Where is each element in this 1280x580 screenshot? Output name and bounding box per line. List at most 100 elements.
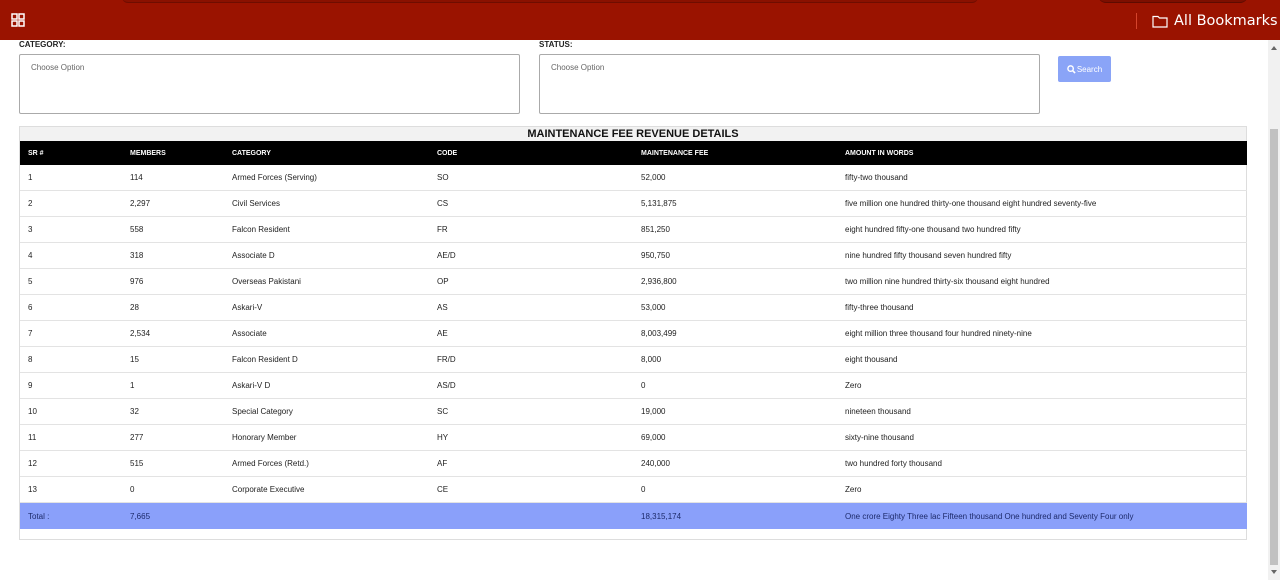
cell-maintenance-fee: 0 bbox=[633, 476, 837, 503]
all-bookmarks-button[interactable]: All Bookmarks bbox=[1152, 11, 1278, 31]
cell-members: 318 bbox=[122, 242, 224, 269]
cell-sr: 12 bbox=[20, 450, 122, 477]
table-row: 6 28 Askari-V AS 53,000 fifty-three thousand bbox=[20, 294, 1247, 321]
cell-code: CS bbox=[429, 190, 633, 217]
scroll-up-arrow-icon[interactable] bbox=[1271, 46, 1277, 50]
cell-code: SO bbox=[429, 165, 633, 191]
cell-amount-in-words: sixty-nine thousand bbox=[837, 424, 1247, 451]
scrollbar-thumb[interactable] bbox=[1270, 129, 1278, 565]
search-bar-edge[interactable] bbox=[122, 0, 978, 3]
table-row: 5 976 Overseas Pakistani OP 2,936,800 two mil… bbox=[20, 268, 1247, 295]
total-row: Total : 7,665 18,315,174 One crore Eight… bbox=[20, 502, 1247, 529]
page-scrollbar[interactable] bbox=[1268, 40, 1280, 580]
cell-members: 558 bbox=[122, 216, 224, 243]
cell-code: HY bbox=[429, 424, 633, 451]
cell-amount-in-words: fifty-two thousand bbox=[837, 165, 1247, 191]
total-empty-cell bbox=[224, 502, 429, 529]
cell-category: Armed Forces (Retd.) bbox=[224, 450, 429, 477]
cell-maintenance-fee: 240,000 bbox=[633, 450, 837, 477]
cell-amount-in-words: fifty-three thousand bbox=[837, 294, 1247, 321]
cell-maintenance-fee: 52,000 bbox=[633, 165, 837, 191]
cell-amount-in-words: Zero bbox=[837, 372, 1247, 399]
cell-sr: 13 bbox=[20, 476, 122, 503]
cell-code: AF bbox=[429, 450, 633, 477]
cell-category: Associate D bbox=[224, 242, 429, 269]
cell-amount-in-words: two million nine hundred thirty-six thou… bbox=[837, 268, 1247, 295]
total-members: 7,665 bbox=[122, 502, 224, 529]
category-select[interactable]: Choose Option bbox=[19, 54, 520, 114]
cell-code: AE/D bbox=[429, 242, 633, 269]
cell-code: FR/D bbox=[429, 346, 633, 373]
revenue-table: SR # MEMBERS CATEGORY CODE MAINTENANCE F… bbox=[20, 141, 1247, 529]
cell-members: 2,297 bbox=[122, 190, 224, 217]
cell-maintenance-fee: 19,000 bbox=[633, 398, 837, 425]
cell-code: OP bbox=[429, 268, 633, 295]
cell-maintenance-fee: 8,000 bbox=[633, 346, 837, 373]
status-select[interactable]: Choose Option bbox=[539, 54, 1040, 114]
cell-category: Askari-V D bbox=[224, 372, 429, 399]
search-button[interactable]: Search bbox=[1058, 56, 1111, 82]
col-header-sr[interactable]: SR # bbox=[20, 141, 122, 165]
cell-members: 15 bbox=[122, 346, 224, 373]
cell-code: FR bbox=[429, 216, 633, 243]
cell-code: SC bbox=[429, 398, 633, 425]
cell-sr: 3 bbox=[20, 216, 122, 243]
cell-sr: 10 bbox=[20, 398, 122, 425]
search-icon bbox=[1066, 64, 1076, 74]
col-header-maintenance-fee[interactable]: MAINTENANCE FEE bbox=[633, 141, 837, 165]
cell-members: 114 bbox=[122, 165, 224, 191]
cell-sr: 6 bbox=[20, 294, 122, 321]
col-header-members[interactable]: MEMBERS bbox=[122, 141, 224, 165]
table-header-row: SR # MEMBERS CATEGORY CODE MAINTENANCE F… bbox=[20, 141, 1247, 165]
cell-amount-in-words: five million one hundred thirty-one thou… bbox=[837, 190, 1247, 217]
cell-maintenance-fee: 950,750 bbox=[633, 242, 837, 269]
cell-maintenance-fee: 8,003,499 bbox=[633, 320, 837, 347]
status-placeholder: Choose Option bbox=[551, 63, 605, 72]
cell-maintenance-fee: 2,936,800 bbox=[633, 268, 837, 295]
cell-amount-in-words: nineteen thousand bbox=[837, 398, 1247, 425]
cell-category: Falcon Resident D bbox=[224, 346, 429, 373]
top-bar: All Bookmarks bbox=[0, 0, 1280, 40]
cell-category: Honorary Member bbox=[224, 424, 429, 451]
scroll-down-arrow-icon[interactable] bbox=[1271, 570, 1277, 574]
cell-code: AE bbox=[429, 320, 633, 347]
col-header-amount-in-words[interactable]: AMOUNT IN WORDS bbox=[837, 141, 1247, 165]
cell-amount-in-words: Zero bbox=[837, 476, 1247, 503]
cell-category: Civil Services bbox=[224, 190, 429, 217]
cell-members: 2,534 bbox=[122, 320, 224, 347]
col-header-category[interactable]: CATEGORY bbox=[224, 141, 429, 165]
cell-code: AS/D bbox=[429, 372, 633, 399]
cell-maintenance-fee: 53,000 bbox=[633, 294, 837, 321]
cell-maintenance-fee: 69,000 bbox=[633, 424, 837, 451]
cell-maintenance-fee: 5,131,875 bbox=[633, 190, 837, 217]
cell-sr: 2 bbox=[20, 190, 122, 217]
table-row: 8 15 Falcon Resident D FR/D 8,000 eight thous… bbox=[20, 346, 1247, 373]
cell-category: Overseas Pakistani bbox=[224, 268, 429, 295]
folder-icon bbox=[1152, 15, 1168, 28]
cell-sr: 11 bbox=[20, 424, 122, 451]
cell-sr: 1 bbox=[20, 165, 122, 191]
cell-amount-in-words: nine hundred fifty thousand seven hundre… bbox=[837, 242, 1247, 269]
total-label: Total : bbox=[20, 502, 122, 529]
cell-amount-in-words: eight hundred fifty-one thousand two hun… bbox=[837, 216, 1247, 243]
bookmarks-divider bbox=[1136, 13, 1137, 29]
cell-amount-in-words: eight million three thousand four hundre… bbox=[837, 320, 1247, 347]
col-header-code[interactable]: CODE bbox=[429, 141, 633, 165]
cell-sr: 9 bbox=[20, 372, 122, 399]
cell-category: Askari-V bbox=[224, 294, 429, 321]
cell-code: AS bbox=[429, 294, 633, 321]
table-row: 1 114 Armed Forces (Serving) SO 52,000 fifty-… bbox=[20, 165, 1247, 191]
category-label: CATEGORY: bbox=[19, 40, 66, 49]
total-fee: 18,315,174 bbox=[633, 502, 837, 529]
apps-grid-icon[interactable] bbox=[11, 13, 25, 27]
all-bookmarks-label: All Bookmarks bbox=[1174, 13, 1278, 29]
cell-sr: 4 bbox=[20, 242, 122, 269]
cell-members: 277 bbox=[122, 424, 224, 451]
total-empty-cell bbox=[429, 502, 633, 529]
table-row: 13 0 Corporate Executive CE 0 Zero bbox=[20, 476, 1247, 503]
cell-maintenance-fee: 0 bbox=[633, 372, 837, 399]
revenue-table-panel: MAINTENANCE FEE REVENUE DETAILS SR # MEM… bbox=[19, 126, 1247, 540]
table-row: 10 32 Special Category SC 19,000 nineteen tho… bbox=[20, 398, 1247, 425]
cell-members: 32 bbox=[122, 398, 224, 425]
profile-button-edge[interactable] bbox=[1098, 0, 1248, 3]
